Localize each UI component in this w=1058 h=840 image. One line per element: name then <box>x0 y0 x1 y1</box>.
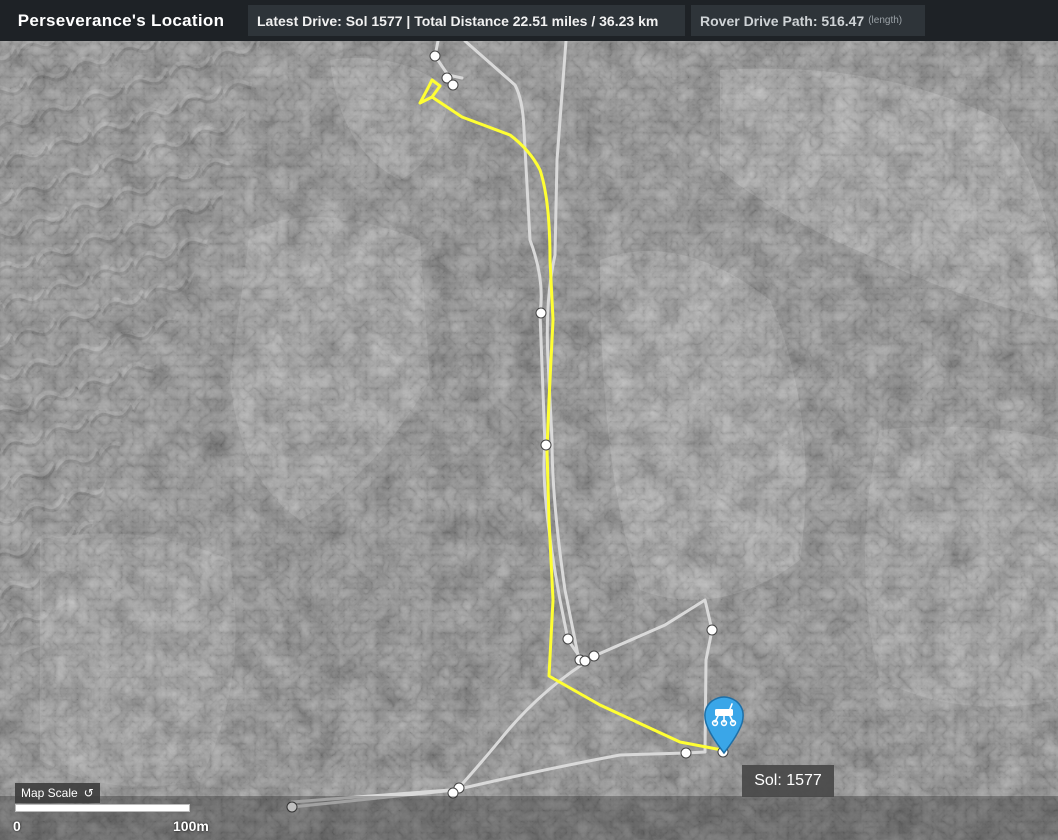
map-scale-bar <box>15 804 190 812</box>
undo-arrow-icon: ↺ <box>83 786 94 800</box>
page-title: Perseverance's Location <box>17 10 225 30</box>
scale-min-label: 0 <box>13 818 21 834</box>
current-sol-label: Sol: 1577 <box>742 765 834 797</box>
satellite-terrain <box>0 41 1058 840</box>
map-view[interactable] <box>0 41 1058 840</box>
map-scale-button[interactable]: Map Scale ↺ <box>15 783 100 803</box>
scale-max-label: 100m <box>173 818 209 834</box>
latest-drive-info: Latest Drive: Sol 1577 | Total Distance … <box>248 5 685 36</box>
top-bar: Perseverance's Location Latest Drive: So… <box>0 0 1058 41</box>
drive-path-info: Rover Drive Path: 516.47 (length) <box>691 5 925 36</box>
map-scale-label: Map Scale <box>21 786 78 800</box>
drive-path-label: Rover Drive Path: 516.47 <box>700 12 865 29</box>
drive-path-unit: (length) <box>868 15 903 26</box>
rover-location-marker[interactable] <box>702 695 746 755</box>
